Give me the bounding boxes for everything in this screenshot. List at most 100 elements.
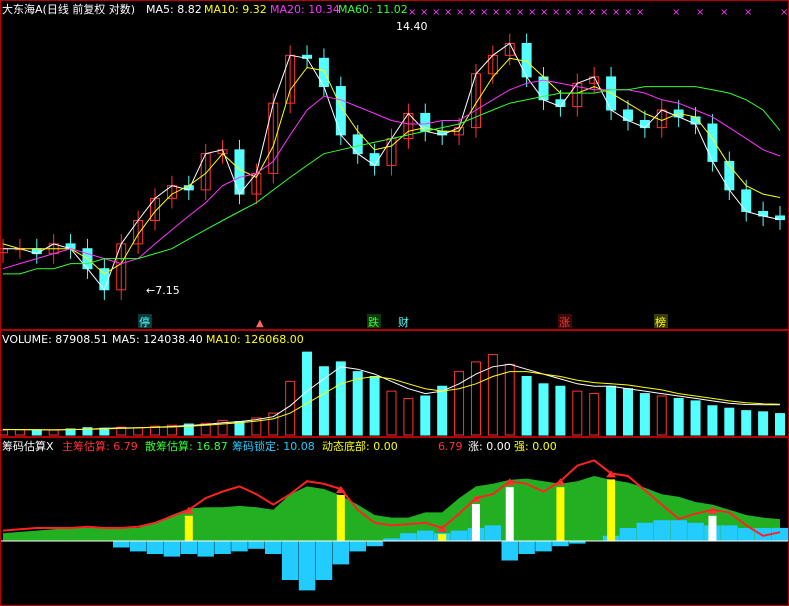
locked-chips-bar[interactable] (518, 541, 535, 554)
locked-chips-bar[interactable] (653, 520, 671, 541)
event-marker-stop[interactable]: 停 (139, 315, 150, 329)
volume-bar[interactable] (606, 385, 617, 436)
chips-value-label: 6.79 (438, 440, 463, 453)
volume-ma10-line[interactable] (2, 371, 781, 431)
locked-chips-bar[interactable] (687, 522, 704, 541)
volume-ma5-line[interactable] (3, 363, 780, 431)
volume-bar[interactable] (234, 421, 245, 436)
volume-bar[interactable] (335, 361, 346, 436)
volume-bar[interactable] (690, 400, 701, 436)
strong-label: 强: 0.00 (514, 440, 557, 453)
volume-bar[interactable] (504, 363, 515, 436)
locked-chips-bar[interactable] (163, 541, 181, 557)
locked-chips-bar[interactable] (281, 541, 299, 580)
volume-bar[interactable] (403, 397, 414, 436)
volume-bar[interactable] (420, 395, 431, 436)
chip-signal-bar[interactable] (505, 487, 514, 541)
volume-bar[interactable] (724, 407, 735, 436)
locked-chips-bar[interactable] (214, 541, 231, 554)
locked-chips-bar[interactable] (112, 541, 130, 548)
locked-chips-bar[interactable] (535, 541, 552, 552)
volume-bar[interactable] (437, 385, 448, 436)
locked-chips-bar[interactable] (197, 541, 214, 557)
locked-chips-bar[interactable] (636, 522, 654, 541)
chip-signal-bar[interactable] (184, 515, 193, 541)
ex-right-mark: × (492, 7, 500, 18)
chip-signal-bar[interactable] (607, 479, 616, 541)
locked-chips-bar[interactable] (366, 541, 383, 547)
locked-chips-bar[interactable] (417, 530, 434, 541)
volume-bar[interactable] (758, 411, 769, 436)
candle-body[interactable] (0, 248, 8, 254)
locked-chips-bar[interactable] (450, 530, 468, 541)
ex-right-mark: × (600, 7, 608, 18)
ex-right-mark: × (504, 7, 512, 18)
volume-bar[interactable] (48, 429, 59, 436)
volume-bar[interactable] (572, 390, 583, 436)
locked-chips-bar[interactable] (332, 541, 350, 565)
locked-chips-bar[interactable] (619, 528, 637, 541)
locked-chips-bar[interactable] (231, 541, 248, 552)
volume-bar[interactable] (622, 388, 633, 436)
ex-right-mark: × (420, 7, 428, 18)
volume-bar[interactable] (775, 413, 785, 436)
event-marker-rise[interactable]: 涨 (559, 316, 570, 329)
ex-right-markers: × × × × × × × × × × × × × × × × × × × × × × × × × (408, 7, 788, 18)
candle-body[interactable] (234, 149, 245, 195)
locked-chips-bar[interactable] (315, 541, 333, 580)
volume-bar[interactable] (538, 383, 549, 436)
chip-signal-bar[interactable] (556, 487, 565, 541)
volume-bar[interactable] (521, 376, 532, 436)
chip-signal-bar[interactable] (471, 504, 480, 541)
rise-label: 涨: 0.00 (468, 440, 511, 453)
candle-body[interactable] (521, 42, 532, 78)
chips-indicator-name: 筹码估算X (2, 439, 54, 453)
ma60-line[interactable] (3, 86, 781, 275)
volume-bar[interactable] (656, 395, 667, 436)
locked-chips-bar[interactable] (349, 541, 366, 552)
locked-chips-bar[interactable] (501, 541, 518, 561)
volume-bar[interactable] (369, 376, 380, 436)
volume-bar[interactable] (31, 430, 42, 436)
volume-bar[interactable] (0, 429, 8, 436)
volume-bar[interactable] (707, 405, 718, 436)
event-marker-fall[interactable]: 跌 (368, 315, 379, 329)
locked-chips-bar[interactable] (248, 541, 265, 549)
locked-chips-bar[interactable] (180, 541, 198, 554)
locked-chips-bar[interactable] (265, 541, 282, 554)
locked-chips-bar[interactable] (721, 525, 738, 541)
volume-bar[interactable] (454, 371, 465, 436)
main-chips-label: 主筹估算: 6.79 (62, 439, 138, 453)
price-panel[interactable] (0, 33, 785, 300)
volume-bar[interactable] (639, 393, 650, 436)
ex-right-mark: × (696, 7, 704, 18)
event-marker-finance[interactable]: 财 (398, 315, 409, 329)
chip-signal-bar[interactable] (336, 495, 345, 541)
locked-chips-bar[interactable] (298, 541, 316, 591)
ma60-label: MA60: 11.02 (338, 3, 408, 16)
volume-bar[interactable] (741, 410, 752, 436)
volume-bar[interactable] (133, 427, 144, 436)
volume-bar[interactable] (352, 371, 363, 436)
dynamic-bottom-label: 动态底部: 0.00 (322, 439, 398, 453)
locked-chips-bar[interactable] (552, 541, 569, 547)
volume-bar[interactable] (555, 385, 566, 436)
volume-ma5-label: MA5: 124038.40 (112, 333, 203, 346)
volume-bar[interactable] (589, 393, 600, 436)
locked-chips-bar[interactable] (129, 541, 147, 552)
volume-panel[interactable] (0, 351, 785, 436)
chip-signal-bar[interactable] (708, 515, 717, 541)
locked-chips-bar[interactable] (484, 525, 502, 541)
locked-chips-bar[interactable] (400, 533, 417, 541)
volume-bar[interactable] (386, 390, 397, 436)
volume-bar[interactable] (673, 397, 684, 436)
chart-canvas[interactable]: 大东海A(日线 前复权 对数) MA5: 8.82 MA10: 9.32 MA2… (0, 0, 789, 606)
volume-panel-frame (0, 330, 789, 437)
locked-chips-bar[interactable] (670, 520, 687, 541)
ex-right-mark: × (528, 7, 536, 18)
chips-panel[interactable] (1, 459, 789, 591)
locked-chips-bar[interactable] (146, 541, 164, 554)
chip-signal-bar[interactable] (438, 534, 447, 541)
event-marker-list[interactable]: 榜 (655, 315, 666, 329)
volume-bar[interactable] (14, 429, 25, 436)
